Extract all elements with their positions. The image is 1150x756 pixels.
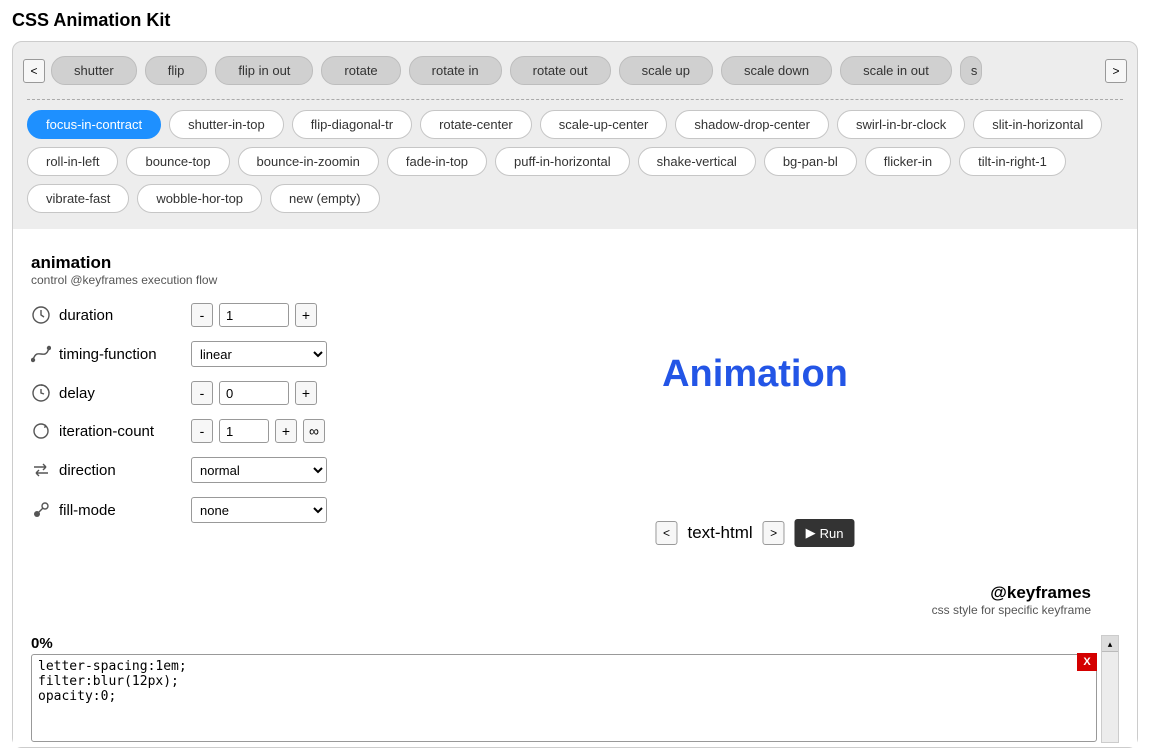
play-icon: ▶ [806,525,816,541]
preview-next-button[interactable]: > [763,521,785,545]
delay-label: delay [59,385,95,402]
preview-text: Animation [662,353,848,396]
keyframes-header: @keyframes css style for specific keyfra… [31,583,1119,617]
timing-function-label: timing-function [59,346,157,363]
iteration-input[interactable] [219,419,269,443]
category-tab-overflow[interactable]: s [960,56,983,85]
page-title: CSS Animation Kit [0,0,1150,41]
preset-pill-rotate-center[interactable]: rotate-center [420,110,532,139]
preset-pill-flip-diagonal-tr[interactable]: flip-diagonal-tr [292,110,412,139]
iteration-plus-button[interactable]: + [275,419,297,443]
animation-section-title: animation [31,253,371,273]
preview-prev-button[interactable]: < [655,521,677,545]
work-area: animation control @keyframes execution f… [13,229,1137,747]
preset-pill-wobble-hor-top[interactable]: wobble-hor-top [137,184,262,213]
category-tab-scale-in-out[interactable]: scale in out [840,56,952,85]
fill-mode-icon [31,500,51,520]
preset-pill-vibrate-fast[interactable]: vibrate-fast [27,184,129,213]
animation-controls: animation control @keyframes execution f… [31,253,371,553]
preset-pill-tilt-in-right-1[interactable]: tilt-in-right-1 [959,147,1066,176]
preset-pill-focus-in-contract[interactable]: focus-in-contract [27,110,161,139]
category-next-button[interactable]: > [1105,59,1127,83]
preset-pill-roll-in-left[interactable]: roll-in-left [27,147,118,176]
keyframe-delete-button[interactable]: X [1077,653,1097,671]
curve-icon [31,344,51,364]
preset-pill-new-empty-[interactable]: new (empty) [270,184,380,213]
direction-label: direction [59,462,116,479]
category-tab-strip: shutter flipflip in out rotate rotate in rot… [51,56,1099,85]
preset-pill-puff-in-horizontal[interactable]: puff-in-horizontal [495,147,630,176]
delay-plus-button[interactable]: + [295,381,317,405]
run-button-label: Run [820,526,844,541]
direction-select[interactable]: normal [191,457,327,483]
preset-pill-swirl-in-br-clock[interactable]: swirl-in-br-clock [837,110,965,139]
repeat-icon [31,421,51,441]
preview-panel: Animation < text-html > ▶ Run [391,253,1119,553]
duration-minus-button[interactable]: - [191,303,213,327]
timing-function-select[interactable]: linear [191,341,327,367]
preset-pill-scale-up-center[interactable]: scale-up-center [540,110,668,139]
scroll-up-icon[interactable]: ▴ [1102,636,1118,652]
keyframe-scrollbar[interactable]: ▴ [1101,635,1119,743]
preset-pill-bounce-top[interactable]: bounce-top [126,147,229,176]
duration-label: duration [59,307,113,324]
category-tab-flip[interactable]: flip [145,56,208,85]
keyframe-percent-label: 0% [31,635,1097,652]
category-scroller: < shutter flipflip in out rotate rotate in r… [13,42,1137,95]
keyframes-subtitle: css style for specific keyframe [31,603,1091,617]
direction-icon [31,460,51,480]
preset-pill-shutter-in-top[interactable]: shutter-in-top [169,110,284,139]
main-panel: < shutter flipflip in out rotate rotate in r… [12,41,1138,748]
fill-mode-select[interactable]: none [191,497,327,523]
category-tab-shutter[interactable]: shutter [51,56,137,85]
preset-pill-shake-vertical[interactable]: shake-vertical [638,147,756,176]
preset-pill-fade-in-top[interactable]: fade-in-top [387,147,487,176]
duration-plus-button[interactable]: + [295,303,317,327]
category-prev-button[interactable]: < [23,59,45,83]
category-tab-scale-up[interactable]: scale up [619,56,713,85]
fill-mode-label: fill-mode [59,502,116,519]
iteration-minus-button[interactable]: - [191,419,213,443]
category-tab-scale-down[interactable]: scale down [721,56,832,85]
category-tab-rotate[interactable]: rotate [321,56,400,85]
iteration-count-label: iteration-count [59,423,154,440]
preset-pill-area: focus-in-contract shutter-in-top flip-diag… [13,110,1137,229]
keyframes-title: @keyframes [31,583,1091,603]
delay-minus-button[interactable]: - [191,381,213,405]
animation-section-subtitle: control @keyframes execution flow [31,273,371,287]
duration-input[interactable] [219,303,289,327]
preview-mode-label: text-html [687,523,752,543]
category-tab-rotate-in[interactable]: rotate in [409,56,502,85]
preset-pill-shadow-drop-center[interactable]: shadow-drop-center [675,110,829,139]
preset-pill-bounce-in-zoomin[interactable]: bounce-in-zoomin [238,147,379,176]
category-tab-flip-in-out[interactable]: flip in out [215,56,313,85]
clock-icon [31,305,51,325]
delay-input[interactable] [219,381,289,405]
run-button[interactable]: ▶ Run [795,519,855,547]
delay-icon [31,383,51,403]
divider [27,99,1123,100]
iteration-infinity-button[interactable]: ∞ [303,419,325,443]
preset-pill-slit-in-horizontal[interactable]: slit-in-horizontal [973,110,1102,139]
category-tab-rotate-out[interactable]: rotate out [510,56,611,85]
keyframe-block: 0% X ▴ [31,635,1119,747]
preset-pill-flicker-in[interactable]: flicker-in [865,147,951,176]
preset-pill-bg-pan-bl[interactable]: bg-pan-bl [764,147,857,176]
keyframe-css-textarea[interactable] [31,654,1097,742]
